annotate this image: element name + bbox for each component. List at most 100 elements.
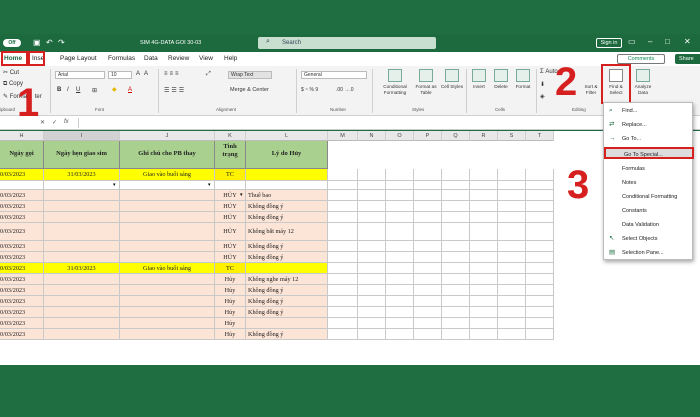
empty-cell[interactable] xyxy=(414,285,442,296)
empty-cell[interactable] xyxy=(442,169,470,181)
table-cell-l[interactable]: Không đồng ý xyxy=(246,285,328,296)
column-header[interactable]: L xyxy=(246,131,328,141)
empty-cell[interactable] xyxy=(442,190,470,201)
table-cell-j[interactable]: Giao vào buổi sáng xyxy=(120,263,215,274)
table-cell-h[interactable]: 0/03/2023 xyxy=(0,212,44,223)
comments-button[interactable]: Comments xyxy=(617,54,665,64)
menu-item-find[interactable]: ⌕ Find... xyxy=(604,105,694,117)
table-cell-h[interactable]: 0/03/2023 xyxy=(0,201,44,212)
empty-cell[interactable] xyxy=(386,241,414,252)
tab-formulas[interactable]: Formulas xyxy=(108,55,135,62)
table-cell-j[interactable] xyxy=(120,285,215,296)
empty-cell[interactable] xyxy=(442,223,470,241)
column-header[interactable]: R xyxy=(470,131,498,141)
table-cell-l[interactable]: Thuê bao xyxy=(246,190,328,201)
empty-cell[interactable] xyxy=(328,307,358,318)
number-symbols[interactable]: $ ~ % 9 xyxy=(301,87,318,93)
analyze-data-icon[interactable] xyxy=(636,69,650,82)
empty-cell[interactable] xyxy=(498,274,526,285)
menu-item-constants[interactable]: Constants xyxy=(604,205,694,217)
table-cell-j[interactable] xyxy=(120,241,215,252)
spreadsheet-grid[interactable]: HIJKLMNOPQRST Ngày gọi Ngày hẹn giao sim G… xyxy=(0,131,700,365)
bold-icon[interactable]: B xyxy=(57,87,61,93)
table-cell-k[interactable]: Hủy xyxy=(215,307,246,318)
table-cell-i[interactable] xyxy=(44,318,120,329)
empty-cell[interactable] xyxy=(442,241,470,252)
empty-cell[interactable] xyxy=(386,190,414,201)
empty-cell[interactable] xyxy=(442,318,470,329)
empty-cell[interactable] xyxy=(442,296,470,307)
table-cell-j[interactable] xyxy=(120,190,215,201)
table-cell-i[interactable] xyxy=(44,252,120,263)
tab-data[interactable]: Data xyxy=(144,55,158,62)
empty-cell[interactable] xyxy=(358,252,386,263)
empty-cell[interactable] xyxy=(470,201,498,212)
merge-center-button[interactable]: Merge & Center xyxy=(230,87,269,93)
menu-item-go-to[interactable]: → Go To... xyxy=(604,133,694,145)
table-cell-h[interactable]: 0/03/2023 xyxy=(0,307,44,318)
share-button[interactable]: Share xyxy=(675,54,700,64)
table-cell-j[interactable]: Giao vào buổi sáng xyxy=(120,169,215,181)
table-cell-i[interactable] xyxy=(44,296,120,307)
close-icon[interactable]: ✕ xyxy=(684,37,691,46)
menu-item-replace[interactable]: ⇄ Replace... xyxy=(604,119,694,131)
table-cell-k[interactable]: Hủy xyxy=(215,318,246,329)
empty-cell[interactable] xyxy=(328,329,358,340)
empty-cell[interactable] xyxy=(526,181,554,190)
font-name-select[interactable]: Arial xyxy=(55,71,105,79)
cancel-icon[interactable]: ✕ xyxy=(40,119,45,126)
decimal-buttons[interactable]: .00 →.0 xyxy=(336,87,354,93)
empty-cell[interactable] xyxy=(498,329,526,340)
empty-cell[interactable] xyxy=(358,296,386,307)
empty-cell[interactable] xyxy=(328,296,358,307)
menu-item-formulas[interactable]: Formulas xyxy=(604,163,694,175)
empty-cell[interactable] xyxy=(470,274,498,285)
sort-filter-label[interactable]: Sort & Filter xyxy=(580,84,602,95)
italic-icon[interactable]: I xyxy=(67,87,69,93)
table-cell-k[interactable]: Hủy xyxy=(215,296,246,307)
table-header-l[interactable]: Lý do Hủy xyxy=(246,141,328,169)
tab-help[interactable]: Help xyxy=(224,55,237,62)
table-cell-i[interactable] xyxy=(44,241,120,252)
vertical-align-icons[interactable]: ≡≡≡ xyxy=(164,71,181,77)
empty-cell[interactable] xyxy=(414,263,442,274)
format-as-table-label[interactable]: Format as Table xyxy=(412,84,440,95)
table-cell-i[interactable] xyxy=(44,181,120,190)
empty-cell[interactable] xyxy=(328,318,358,329)
empty-cell[interactable] xyxy=(386,223,414,241)
tab-page-layout[interactable]: Page Layout xyxy=(60,55,97,62)
empty-cell[interactable] xyxy=(386,318,414,329)
empty-cell[interactable] xyxy=(498,169,526,181)
conditional-formatting-label[interactable]: Conditional Formatting xyxy=(376,84,414,95)
empty-cell[interactable] xyxy=(470,223,498,241)
empty-cell[interactable] xyxy=(526,241,554,252)
empty-cell[interactable] xyxy=(328,212,358,223)
clear-icon[interactable]: ◈ xyxy=(540,93,545,100)
menu-item-data-validation[interactable]: Data Validation xyxy=(604,219,694,231)
wrap-text-button[interactable]: Wrap Text xyxy=(228,71,272,79)
autosave[interactable]: Off xyxy=(3,39,21,47)
empty-cell[interactable] xyxy=(470,212,498,223)
empty-cell[interactable] xyxy=(526,169,554,181)
empty-cell[interactable] xyxy=(358,190,386,201)
empty-cell[interactable] xyxy=(328,169,358,181)
empty-cell[interactable] xyxy=(526,263,554,274)
table-header-i[interactable]: Ngày hẹn giao sim xyxy=(44,141,120,169)
table-cell-h[interactable] xyxy=(0,181,44,190)
empty-cell[interactable] xyxy=(328,201,358,212)
empty-cell[interactable] xyxy=(498,181,526,190)
empty-cell[interactable] xyxy=(526,190,554,201)
empty-cell[interactable] xyxy=(470,318,498,329)
empty-cell[interactable] xyxy=(470,329,498,340)
filter-arrow-icon[interactable]: ▾ xyxy=(240,192,243,198)
menu-item-go-to-special[interactable]: Go To Special... xyxy=(604,147,694,159)
empty-cell[interactable] xyxy=(414,201,442,212)
analyze-data-label[interactable]: Analyze Data xyxy=(630,84,656,95)
column-header[interactable]: Q xyxy=(442,131,470,141)
table-cell-l[interactable]: Không đồng ý xyxy=(246,201,328,212)
table-cell-k[interactable]: HỦY xyxy=(215,201,246,212)
empty-cell[interactable] xyxy=(386,201,414,212)
number-format-select[interactable]: General xyxy=(301,71,367,79)
empty-cell[interactable] xyxy=(358,263,386,274)
empty-cell[interactable] xyxy=(328,181,358,190)
